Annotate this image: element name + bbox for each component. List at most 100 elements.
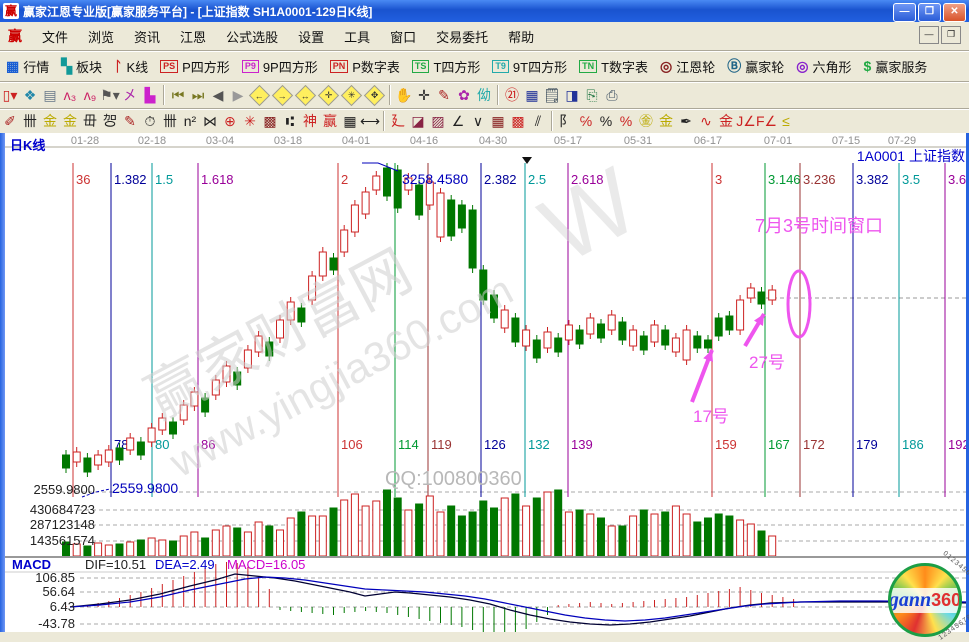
export-web-icon[interactable]: ⎘ bbox=[582, 86, 602, 104]
comb-icon[interactable]: 卌 bbox=[20, 112, 40, 130]
prev-bar-icon[interactable]: ◀ bbox=[208, 86, 228, 104]
gann-diamond-✥-icon[interactable]: ✥ bbox=[364, 84, 385, 105]
parallel-icon[interactable]: ⫽ bbox=[528, 112, 548, 130]
tool-winner-wheel[interactable]: Ⓑ赢家轮 bbox=[721, 54, 790, 78]
next-bar-icon[interactable]: ▶ bbox=[228, 86, 248, 104]
grid-fine-icon[interactable]: ▦ bbox=[488, 112, 508, 130]
tool-p-square[interactable]: PSP四方形 bbox=[154, 55, 236, 78]
shen-icon[interactable]: 神 bbox=[300, 112, 320, 130]
j-angle-icon[interactable]: J∠ bbox=[736, 112, 756, 130]
star-red-icon[interactable]: ✳ bbox=[240, 112, 260, 130]
menu-item-3[interactable]: 江恩 bbox=[170, 24, 216, 49]
crosshair-icon[interactable]: ✛ bbox=[414, 86, 434, 104]
restore-button[interactable]: ❐ bbox=[918, 3, 941, 22]
gold-circle-icon[interactable]: ㊎ bbox=[636, 112, 656, 130]
trend-pen-icon[interactable]: ∠ bbox=[448, 112, 468, 130]
tool-sectors[interactable]: ▚板块 bbox=[55, 55, 108, 78]
gold-gann-icon[interactable]: 金 bbox=[40, 112, 60, 130]
wave-9-icon[interactable]: ʌ₉ bbox=[80, 86, 100, 104]
gold-gann2-icon[interactable]: 金 bbox=[60, 112, 80, 130]
circle-target-icon[interactable]: ⊕ bbox=[220, 112, 240, 130]
tool-9t-square[interactable]: T99T四方形 bbox=[486, 55, 573, 78]
gold-lines-icon[interactable]: 金 bbox=[656, 112, 676, 130]
minimize-button[interactable]: — bbox=[893, 3, 916, 22]
menu-item-7[interactable]: 窗口 bbox=[380, 24, 426, 49]
tool-quotes[interactable]: ▦行情 bbox=[0, 55, 55, 78]
candle-style-icon[interactable]: ▯▾ bbox=[0, 86, 20, 104]
grid-box-icon[interactable]: ▩ bbox=[260, 112, 280, 130]
gann-diamond-✛-icon[interactable]: ✛ bbox=[318, 84, 339, 105]
menu-item-9[interactable]: 帮助 bbox=[498, 24, 544, 49]
close-button[interactable]: ✕ bbox=[943, 3, 966, 22]
wave-3-icon[interactable]: ʌ₃ bbox=[60, 86, 80, 104]
tool-t-number-table[interactable]: TNT数字表 bbox=[573, 55, 654, 78]
save-disk-icon[interactable]: ◨ bbox=[562, 86, 582, 104]
gann-diamond-↔-icon[interactable]: ↔ bbox=[295, 84, 316, 105]
gold-angle-icon[interactable]: ≤ bbox=[776, 112, 796, 130]
gann-diamond-✳-icon[interactable]: ✳ bbox=[341, 84, 362, 105]
pen2-icon[interactable]: ✎ bbox=[120, 112, 140, 130]
tool-hexagon[interactable]: ◎六角形 bbox=[790, 55, 857, 78]
knot-teal-icon[interactable]: 㑃 bbox=[474, 86, 494, 104]
grid-red-icon[interactable]: ▩ bbox=[508, 112, 528, 130]
zigzag-icon[interactable]: ∨ bbox=[468, 112, 488, 130]
comb2-icon[interactable]: 卌 bbox=[160, 112, 180, 130]
spiral-icon[interactable]: 㔔 bbox=[100, 112, 120, 130]
fan-grid-icon[interactable]: ▨ bbox=[428, 112, 448, 130]
color-histogram-icon[interactable]: ▙ bbox=[140, 86, 160, 104]
hand-tool-icon[interactable]: ✋ bbox=[394, 86, 414, 104]
percent-red-icon[interactable]: % bbox=[616, 112, 636, 130]
notebook-icon[interactable]: 🗒 bbox=[542, 86, 562, 104]
gold-red-icon[interactable]: 金 bbox=[716, 112, 736, 130]
fan-box-icon[interactable]: ◪ bbox=[408, 112, 428, 130]
note-icon[interactable]: ▤ bbox=[40, 86, 60, 104]
gann-fan-icon[interactable]: 廴 bbox=[388, 112, 408, 130]
gann-diamond-←-icon[interactable]: ← bbox=[249, 84, 270, 105]
n-square-icon[interactable]: n² bbox=[180, 112, 200, 130]
tool-winner-service[interactable]: $赢家服务 bbox=[858, 55, 934, 78]
knot-icon[interactable]: 㐅 bbox=[120, 86, 140, 104]
wave-red-icon[interactable]: ∿ bbox=[696, 112, 716, 130]
butterfly-icon[interactable]: ⋈ bbox=[200, 112, 220, 130]
calculator-icon[interactable]: ▦ bbox=[522, 86, 542, 104]
chart-area[interactable]: 01-2802-1803-0403-1804-0104-1604-3005-17… bbox=[0, 133, 969, 632]
grid123-icon[interactable]: ▦ bbox=[340, 112, 360, 130]
macd-value: MACD=16.05 bbox=[227, 557, 305, 572]
skip-last-icon[interactable]: ⏭ bbox=[188, 86, 208, 104]
tool-gann-wheel[interactable]: ◎江恩轮 bbox=[654, 55, 721, 78]
bars-ii-icon[interactable]: ⑆ bbox=[280, 112, 300, 130]
menu-item-1[interactable]: 浏览 bbox=[78, 24, 124, 49]
speedline-icon[interactable]: ⏱ bbox=[140, 112, 160, 130]
gauge-icon[interactable]: 阝 bbox=[556, 112, 576, 130]
tool-9p-square[interactable]: P99P四方形 bbox=[236, 55, 324, 78]
percent-line-icon[interactable]: ℅ bbox=[576, 112, 596, 130]
menu-item-0[interactable]: 文件 bbox=[32, 24, 78, 49]
gann-diamond-→-icon[interactable]: → bbox=[272, 84, 293, 105]
ink-pen-icon[interactable]: ✒ bbox=[676, 112, 696, 130]
network-icon[interactable]: ❖ bbox=[20, 86, 40, 104]
candle-body bbox=[726, 316, 733, 330]
mdi-restore-button[interactable]: ❐ bbox=[941, 26, 961, 44]
ribbon-icon[interactable]: ✿ bbox=[454, 86, 474, 104]
menu-item-5[interactable]: 设置 bbox=[288, 24, 334, 49]
brush-icon[interactable]: ✐ bbox=[0, 112, 20, 130]
width-tool-icon[interactable]: ⟷ bbox=[360, 112, 380, 130]
percent-icon[interactable]: % bbox=[596, 112, 616, 130]
calendar-21-icon[interactable]: ㉑ bbox=[502, 86, 522, 104]
tool-p-number-table[interactable]: PNP数字表 bbox=[324, 55, 406, 78]
tool-t-square[interactable]: TST四方形 bbox=[406, 55, 486, 78]
marker-pen-icon[interactable]: ✎ bbox=[434, 86, 454, 104]
f-angle-icon[interactable]: F∠ bbox=[756, 112, 776, 130]
menu-item-6[interactable]: 工具 bbox=[334, 24, 380, 49]
skip-first-icon[interactable]: ⏮ bbox=[168, 86, 188, 104]
flag-icon[interactable]: ⚑▾ bbox=[100, 86, 120, 104]
tool-kline[interactable]: ᛚK线 bbox=[108, 55, 154, 78]
menu-item-2[interactable]: 资讯 bbox=[124, 24, 170, 49]
ying-icon[interactable]: 赢 bbox=[320, 112, 340, 130]
menu-item-8[interactable]: 交易委托 bbox=[426, 24, 498, 49]
fib-f-icon[interactable]: 毌 bbox=[80, 112, 100, 130]
kline-chart-svg[interactable]: 01-2802-1803-0403-1804-0104-1604-3005-17… bbox=[0, 133, 969, 632]
export-print-icon[interactable]: ⎙ bbox=[602, 86, 622, 104]
menu-item-4[interactable]: 公式选股 bbox=[216, 24, 288, 49]
mdi-minimize-button[interactable]: — bbox=[919, 26, 939, 44]
